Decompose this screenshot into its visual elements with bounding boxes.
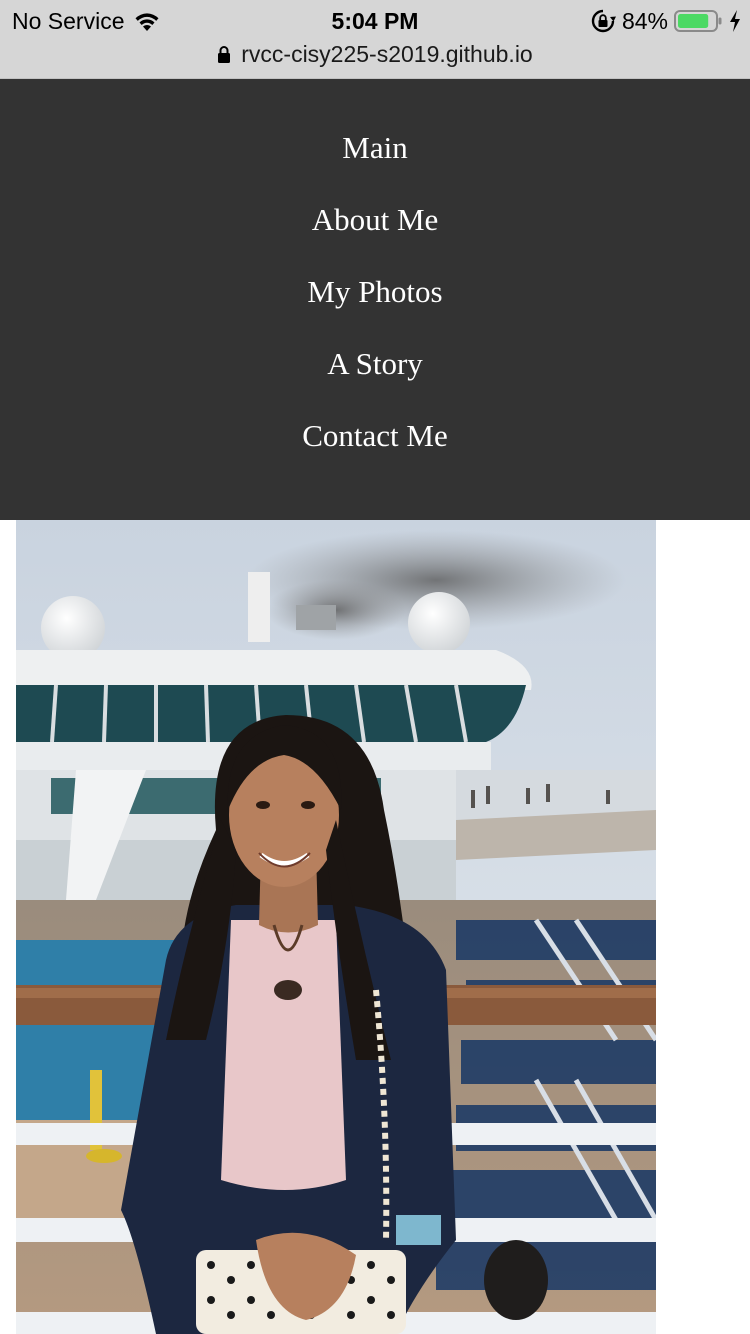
lock-icon	[218, 46, 231, 63]
nav-link-about-me[interactable]: About Me	[304, 202, 447, 237]
nav-item-my-photos: My Photos	[0, 267, 750, 317]
browser-chrome: No Service 5:04 PM 84% rvcc-cisy225-s201…	[0, 0, 750, 79]
url-text: rvcc-cisy225-s2019.github.io	[241, 40, 533, 67]
portrait-photo	[16, 520, 656, 1334]
nav-item-contact-me: Contact Me	[0, 411, 750, 461]
battery-icon	[674, 10, 722, 32]
nav-link-my-photos[interactable]: My Photos	[299, 274, 450, 309]
nav-item-a-story: A Story	[0, 339, 750, 389]
battery-percent: 84%	[621, 7, 668, 34]
charging-bolt-icon	[730, 10, 740, 32]
nav-item-main: Main	[0, 123, 750, 173]
nav-link-a-story[interactable]: A Story	[319, 346, 431, 381]
nav-item-about-me: About Me	[0, 195, 750, 245]
site-nav: Main About Me My Photos A Story Contact …	[0, 79, 750, 520]
rotation-lock-icon	[591, 9, 616, 33]
cruise-ship-portrait-image	[16, 520, 656, 1334]
address-bar[interactable]: rvcc-cisy225-s2019.github.io	[0, 38, 750, 70]
nav-link-contact-me[interactable]: Contact Me	[294, 418, 456, 453]
status-indicators: 84%	[590, 6, 742, 36]
nav-link-main[interactable]: Main	[334, 130, 415, 165]
